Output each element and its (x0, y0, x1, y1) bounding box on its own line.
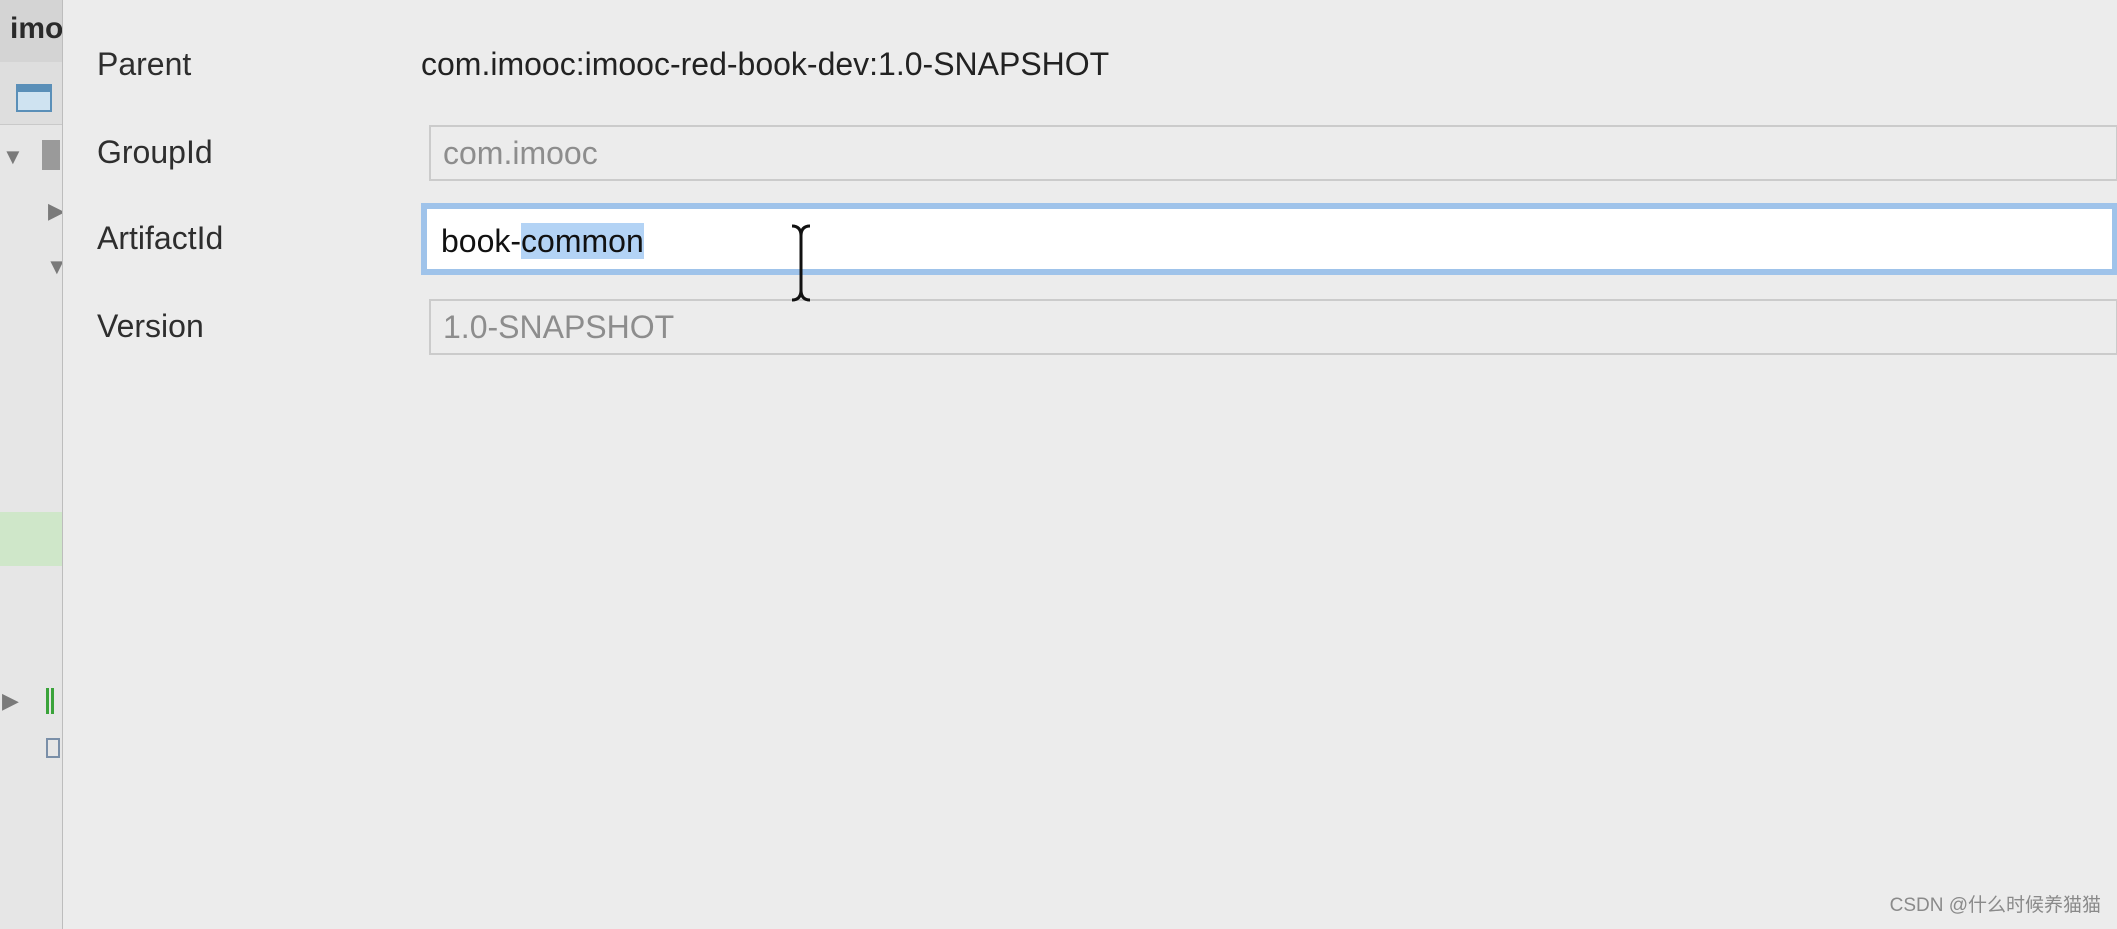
tree-selected-row[interactable] (0, 512, 62, 566)
parent-value: com.imooc:imooc-red-book-dev:1.0-SNAPSHO… (421, 46, 1110, 82)
groupid-label: GroupId (97, 134, 213, 170)
version-label: Version (97, 308, 204, 344)
version-value: 1.0-SNAPSHOT (443, 309, 675, 345)
folder-icon (42, 140, 60, 170)
parent-label: Parent (97, 46, 192, 82)
expand-arrow-icon[interactable]: ▶ (2, 690, 19, 712)
groupid-field[interactable]: com.imooc (429, 125, 2117, 181)
artifactid-field[interactable]: book-common (421, 203, 2117, 275)
expand-arrow-icon[interactable]: ▶ (48, 200, 62, 222)
new-module-dialog: Parent com.imooc:imooc-red-book-dev:1.0-… (62, 0, 2117, 929)
project-panel-header: imo (0, 0, 62, 63)
screen: imo ▼ ▶ ▼ ▶ Parent com.imooc:imooc-red-b… (0, 0, 2117, 929)
module-icon (46, 688, 54, 714)
artifactid-label: ArtifactId (97, 220, 224, 256)
window-icon[interactable] (16, 84, 52, 112)
version-field[interactable]: 1.0-SNAPSHOT (429, 299, 2117, 355)
groupid-value: com.imooc (443, 135, 598, 171)
collapse-arrow-icon[interactable]: ▼ (2, 146, 24, 168)
watermark: CSDN @什么时候养猫猫 (1889, 895, 2101, 916)
project-title: imo (10, 12, 63, 45)
project-panel: imo ▼ ▶ ▼ ▶ (0, 0, 63, 929)
file-icon (46, 738, 60, 758)
artifactid-selected-text: common (521, 223, 644, 259)
collapse-arrow-icon[interactable]: ▼ (46, 256, 62, 278)
text-cursor-icon (791, 224, 811, 302)
artifactid-value-prefix: book- (441, 223, 522, 259)
